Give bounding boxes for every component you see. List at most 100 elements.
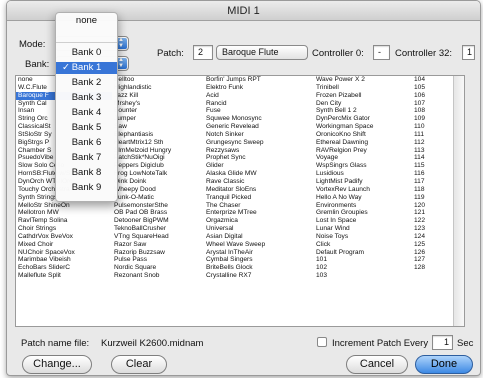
patch-list-item[interactable]: Peppers Digiclub: [112, 162, 204, 170]
patch-list-item[interactable]: Generic Revelead: [204, 123, 314, 131]
patch-list-item[interactable]: Gremlin Groupies: [314, 209, 412, 217]
patch-list-item[interactable]: Frozen Pizabell: [314, 92, 412, 100]
patch-list-item[interactable]: Squwee Monosync: [204, 115, 314, 123]
patch-list-item[interactable]: 119: [412, 194, 452, 202]
patch-list-item[interactable]: 122: [412, 217, 452, 225]
bank-menu-item-none[interactable]: none: [56, 15, 117, 27]
patch-list-item[interactable]: Wheepy Dood: [112, 186, 204, 194]
patch-list-item[interactable]: 106: [412, 92, 452, 100]
patch-list-item[interactable]: VortexRev Launch: [314, 186, 412, 194]
patch-list-item[interactable]: Click: [314, 241, 412, 249]
patch-list-item[interactable]: DynPercMix Gator: [314, 115, 412, 123]
patch-list-item[interactable]: Funk-O-Matic: [112, 194, 204, 202]
patch-list-item[interactable]: MelloStr ShineOn: [16, 202, 112, 210]
bank-menu-item[interactable]: Bank 6: [56, 137, 117, 149]
patch-list-item[interactable]: 124: [412, 233, 452, 241]
patch-list-item[interactable]: PatchStik*NuOigi: [112, 154, 204, 162]
clear-button[interactable]: Clear: [111, 355, 167, 374]
patch-list-item[interactable]: Lunar Wind: [314, 225, 412, 233]
patch-list-item[interactable]: Environments: [314, 202, 412, 210]
patch-list-item[interactable]: Frog LowNoteTalk: [112, 170, 204, 178]
patch-list-item[interactable]: CathdrVox BveVox: [16, 233, 112, 241]
patch-list-item[interactable]: Elektro Funk: [204, 84, 314, 92]
done-button[interactable]: Done: [415, 355, 473, 374]
patch-list-item[interactable]: Detooner BigPWM: [112, 217, 204, 225]
patch-list-item[interactable]: Rave Classic: [204, 178, 314, 186]
patch-list-item[interactable]: Mellotron MW: [16, 209, 112, 217]
patch-list-item[interactable]: Belltoo: [112, 76, 204, 84]
patch-list-item[interactable]: The Chaser: [204, 202, 314, 210]
patch-list-item[interactable]: Alaska Glide MW: [204, 170, 314, 178]
patch-list-item[interactable]: 115: [412, 162, 452, 170]
patch-list-item[interactable]: OronicoKno Shift: [314, 131, 412, 139]
patch-list-item[interactable]: 117: [412, 178, 452, 186]
patch-list-item[interactable]: 107: [412, 100, 452, 108]
bank-menu-item[interactable]: Bank 8: [56, 167, 117, 179]
increment-seconds-field[interactable]: 1: [432, 335, 453, 350]
patch-list-item[interactable]: Orgazmica: [204, 217, 314, 225]
patch-list-item[interactable]: SlmMelzoid Hungry: [112, 147, 204, 155]
increment-checkbox[interactable]: [317, 337, 327, 347]
patch-list-scrollbar[interactable]: [453, 76, 464, 326]
patch-list-item[interactable]: 121: [412, 209, 452, 217]
patch-list-item[interactable]: Rancid: [204, 100, 314, 108]
patch-name-popup[interactable]: Baroque Flute: [216, 45, 308, 60]
patch-list-item[interactable]: Highlandistic: [112, 84, 204, 92]
patch-list-item[interactable]: HeartMtrix12 Sth: [112, 139, 204, 147]
patch-list-item[interactable]: TeknoBallCrusher: [112, 225, 204, 233]
controller0-field[interactable]: -: [373, 45, 390, 60]
patch-list-item[interactable]: 109: [412, 115, 452, 123]
patch-list-item[interactable]: Default Program: [314, 249, 412, 257]
patch-list-item[interactable]: 101: [314, 256, 412, 264]
patch-list-item[interactable]: Den City: [314, 100, 412, 108]
patch-list-item[interactable]: Trinibell: [314, 84, 412, 92]
bank-menu-item[interactable]: Bank 0: [56, 47, 117, 59]
patch-list-item[interactable]: Arystal InTheAir: [204, 249, 314, 257]
patch-list-item[interactable]: Marimbae Vibeish: [16, 256, 112, 264]
cancel-button[interactable]: Cancel: [346, 355, 408, 374]
patch-list-item[interactable]: Rezonant Snob: [112, 272, 204, 280]
patch-list-item[interactable]: Voyage: [314, 154, 412, 162]
change-button[interactable]: Change...: [22, 355, 92, 374]
bank-menu-item[interactable]: ✓ Bank 1: [56, 62, 117, 74]
bank-menu-item[interactable]: Bank 7: [56, 152, 117, 164]
patch-list-item[interactable]: OB Pad OB Brass: [112, 209, 204, 217]
patch-list-item[interactable]: Noise Toys: [314, 233, 412, 241]
patch-list-item[interactable]: Mrshey's: [112, 100, 204, 108]
patch-list-item[interactable]: Lost In Space: [314, 217, 412, 225]
patch-list-item[interactable]: Jumper: [112, 115, 204, 123]
patch-list-item[interactable]: 103: [314, 272, 412, 280]
patch-list-item[interactable]: 102: [314, 264, 412, 272]
patch-list-item[interactable]: NUChoir SpaceVox: [16, 249, 112, 257]
patch-list-item[interactable]: Workingman Space: [314, 123, 412, 131]
patch-list-item[interactable]: Crystalline RX7: [204, 272, 314, 280]
patch-list-item[interactable]: Enterprize MTree: [204, 209, 314, 217]
patch-list-item[interactable]: Elephantiasis: [112, 131, 204, 139]
controller32-field[interactable]: 1: [462, 45, 475, 60]
patch-list-item[interactable]: Acid: [204, 92, 314, 100]
patch-list-item[interactable]: Oink Doink: [112, 178, 204, 186]
patch-list-item[interactable]: BriteBells Glock: [204, 264, 314, 272]
patch-list-item[interactable]: Glider: [204, 162, 314, 170]
patch-list-item[interactable]: Hello A No Way: [314, 194, 412, 202]
patch-list-item[interactable]: Cymbal Singers: [204, 256, 314, 264]
patch-list-item[interactable]: 110: [412, 123, 452, 131]
patch-list-item[interactable]: 120: [412, 202, 452, 210]
patch-list-item[interactable]: RAVRelgion Prey: [314, 147, 412, 155]
patch-list-item[interactable]: Fuse: [204, 107, 314, 115]
patch-list-item[interactable]: Razor Saw: [112, 241, 204, 249]
patch-list-item[interactable]: Lusidious: [314, 170, 412, 178]
patch-list-item[interactable]: 105: [412, 84, 452, 92]
bank-menu-item[interactable]: Bank 3: [56, 92, 117, 104]
patch-list-item[interactable]: Wave Power X 2: [314, 76, 412, 84]
patch-list-item[interactable]: Asian Digital: [204, 233, 314, 241]
patch-list-item[interactable]: LightMist Padify: [314, 178, 412, 186]
patch-number-field[interactable]: 2: [193, 45, 213, 60]
patch-list-item[interactable]: RavlTemp Solina: [16, 217, 112, 225]
patch-list-item[interactable]: 125: [412, 241, 452, 249]
patch-list-item[interactable]: 108: [412, 107, 452, 115]
patch-list-item[interactable]: 116: [412, 170, 452, 178]
patch-list-item[interactable]: 123: [412, 225, 452, 233]
patch-list-item[interactable]: Grungesync Sweep: [204, 139, 314, 147]
patch-list-item[interactable]: PulsemonsterSthe: [112, 202, 204, 210]
